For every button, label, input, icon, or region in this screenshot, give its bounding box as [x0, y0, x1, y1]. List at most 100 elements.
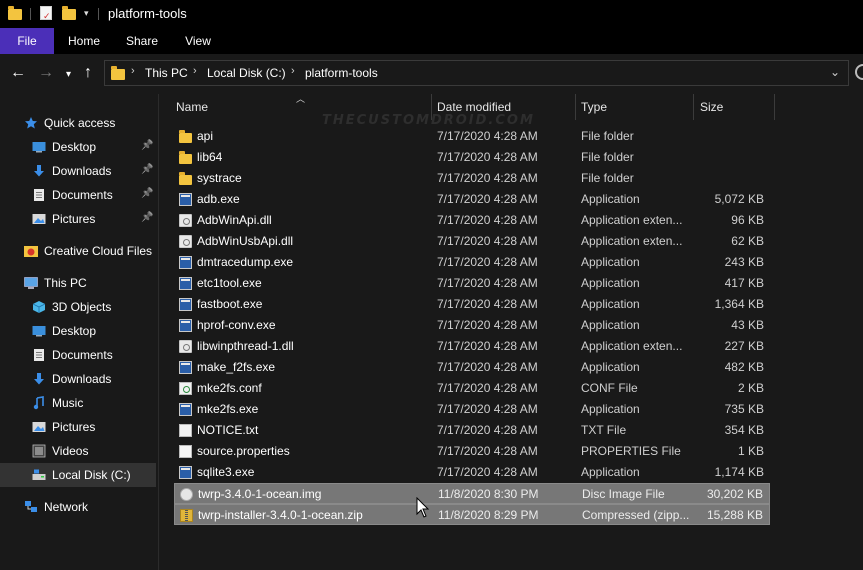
file-row[interactable]: libwinpthread-1.dll 7/17/2020 4:28 AM Appl…	[174, 336, 770, 357]
file-row[interactable]: api 7/17/2020 4:28 AM File folder	[174, 126, 770, 147]
nav-item-quick-access[interactable]: Quick access	[0, 111, 156, 135]
nav-item-desktop[interactable]: Desktop 📌	[0, 135, 156, 159]
nav-item-downloads[interactable]: Downloads 📌	[0, 159, 156, 183]
file-type: Application	[581, 255, 640, 269]
file-row[interactable]: dmtracedump.exe 7/17/2020 4:28 AM Applicat…	[174, 252, 770, 273]
file-name: twrp-3.4.0-1-ocean.img	[198, 487, 322, 501]
application-icon	[179, 256, 192, 269]
file-row[interactable]: mke2fs.exe 7/17/2020 4:28 AM Application 73…	[174, 399, 770, 420]
file-row[interactable]: sqlite3.exe 7/17/2020 4:28 AM Application 1…	[174, 462, 770, 483]
file-name: lib64	[197, 150, 223, 164]
breadcrumb-chevron-icon[interactable]: ›	[291, 65, 295, 77]
file-date-modified: 7/17/2020 4:28 AM	[437, 255, 538, 269]
nav-item-this-pc[interactable]: This PC	[0, 271, 156, 295]
file-row[interactable]: AdbWinUsbApi.dll 7/17/2020 4:28 AM Applica…	[174, 231, 770, 252]
nav-item-network[interactable]: Network	[0, 495, 156, 519]
file-row[interactable]: etc1tool.exe 7/17/2020 4:28 AM Application…	[174, 273, 770, 294]
file-row[interactable]: twrp-installer-3.4.0-1-ocean.zip 11/8/202…	[174, 504, 770, 525]
file-row[interactable]: NOTICE.txt 7/17/2020 4:28 AM TXT File 354 K…	[174, 420, 770, 441]
nav-item-pictures[interactable]: Pictures 📌	[0, 207, 156, 231]
pin-icon: 📌	[141, 212, 154, 223]
file-row[interactable]: hprof-conv.exe 7/17/2020 4:28 AM Applicati…	[174, 315, 770, 336]
file-size: 15,288 KB	[706, 508, 763, 522]
file-type: PROPERTIES File	[581, 444, 681, 458]
documents-icon	[32, 348, 46, 362]
file-type: CONF File	[581, 381, 638, 395]
address-bar[interactable]: › This PC › Local Disk (C:) › platform-t…	[104, 60, 849, 86]
customize-toolbar-chevron-icon[interactable]: ▾	[84, 8, 98, 22]
file-row[interactable]: mke2fs.conf 7/17/2020 4:28 AM CONF File 2 K…	[174, 378, 770, 399]
file-row[interactable]: make_f2fs.exe 7/17/2020 4:28 AM Applicatio…	[174, 357, 770, 378]
pictures-icon	[32, 212, 46, 226]
folder-icon[interactable]	[8, 6, 22, 20]
file-size: 30,202 KB	[706, 487, 763, 501]
file-name: sqlite3.exe	[197, 465, 255, 479]
column-divider[interactable]	[774, 94, 775, 120]
file-name: api	[197, 129, 214, 143]
file-date-modified: 7/17/2020 4:28 AM	[437, 339, 538, 353]
file-date-modified: 7/17/2020 4:28 AM	[437, 129, 538, 143]
pin-icon: 📌	[141, 164, 154, 175]
breadcrumb-platform-tools[interactable]: platform-tools	[305, 66, 378, 80]
file-row[interactable]: adb.exe 7/17/2020 4:28 AM Application 5,072…	[174, 189, 770, 210]
file-row[interactable]: twrp-3.4.0-1-ocean.img 11/8/2020 8:30 PM D…	[174, 483, 770, 504]
nav-item-local-disk-c[interactable]: Local Disk (C:)	[0, 463, 156, 487]
dll-icon	[179, 214, 192, 227]
file-type: Application	[581, 297, 640, 311]
tab-home[interactable]: Home	[60, 28, 108, 54]
file-type: File folder	[581, 171, 634, 185]
file-row[interactable]: source.properties 7/17/2020 4:28 AM PROPER…	[174, 441, 770, 462]
file-row[interactable]: lib64 7/17/2020 4:28 AM File folder	[174, 147, 770, 168]
column-header-type[interactable]: Type	[575, 94, 693, 120]
tab-file[interactable]: File	[0, 28, 54, 54]
file-type: Compressed (zipp...	[582, 508, 690, 522]
file-size: 1 KB	[737, 444, 764, 458]
pin-icon: 📌	[141, 188, 154, 199]
file-size: 62 KB	[731, 234, 764, 248]
file-size: 354 KB	[724, 423, 764, 437]
nav-item-3d-objects[interactable]: 3D Objects	[0, 295, 156, 319]
up-arrow-icon[interactable]: ↑	[84, 64, 92, 82]
nav-item-music[interactable]: Music	[0, 391, 156, 415]
nav-item-pictures[interactable]: Pictures	[0, 415, 156, 439]
forward-arrow-icon[interactable]: →	[38, 64, 54, 82]
separator	[30, 8, 31, 20]
nav-item-downloads[interactable]: Downloads	[0, 367, 156, 391]
file-size: 227 KB	[724, 339, 764, 353]
folder-icon	[179, 151, 192, 164]
creative-cloud-icon	[24, 244, 38, 258]
file-name: adb.exe	[197, 192, 240, 206]
pin-icon: 📌	[141, 140, 154, 151]
address-history-chevron-icon[interactable]: ⌄	[830, 65, 840, 79]
nav-item-desktop[interactable]: Desktop	[0, 319, 156, 343]
file-date-modified: 7/17/2020 4:28 AM	[437, 150, 538, 164]
breadcrumb-this-pc[interactable]: This PC	[145, 66, 188, 80]
properties-icon[interactable]: ✓	[40, 6, 52, 21]
nav-item-documents[interactable]: Documents	[0, 343, 156, 367]
nav-item-documents[interactable]: Documents 📌	[0, 183, 156, 207]
file-name: dmtracedump.exe	[197, 255, 294, 269]
file-row[interactable]: fastboot.exe 7/17/2020 4:28 AM Application…	[174, 294, 770, 315]
new-folder-icon[interactable]	[62, 6, 76, 20]
nav-item-creative-cloud-files[interactable]: Creative Cloud Files	[0, 239, 156, 263]
nav-item-label: Desktop	[52, 140, 97, 154]
breadcrumb-chevron-icon[interactable]: ›	[193, 65, 197, 77]
breadcrumb-local-disk[interactable]: Local Disk (C:)	[207, 66, 286, 80]
tab-view[interactable]: View	[176, 28, 220, 54]
file-type: Application exten...	[581, 234, 683, 248]
back-arrow-icon[interactable]: ←	[10, 64, 26, 82]
nav-item-label: Quick access	[44, 116, 116, 130]
network-icon	[24, 500, 38, 514]
column-header-size[interactable]: Size	[694, 94, 774, 120]
file-row[interactable]: systrace 7/17/2020 4:28 AM File folder	[174, 168, 770, 189]
file-row[interactable]: AdbWinApi.dll 7/17/2020 4:28 AM Applicatio…	[174, 210, 770, 231]
recent-locations-chevron-icon[interactable]: ▾	[66, 66, 71, 84]
conf-file-icon	[179, 382, 192, 395]
breadcrumb-chevron-icon[interactable]: ›	[131, 65, 135, 77]
nav-item-videos[interactable]: Videos	[0, 439, 156, 463]
nav-item-label: Desktop	[52, 324, 97, 338]
tab-share[interactable]: Share	[118, 28, 166, 54]
folder-icon	[179, 130, 192, 143]
pane-divider[interactable]	[158, 94, 159, 570]
file-type: Application exten...	[581, 339, 683, 353]
